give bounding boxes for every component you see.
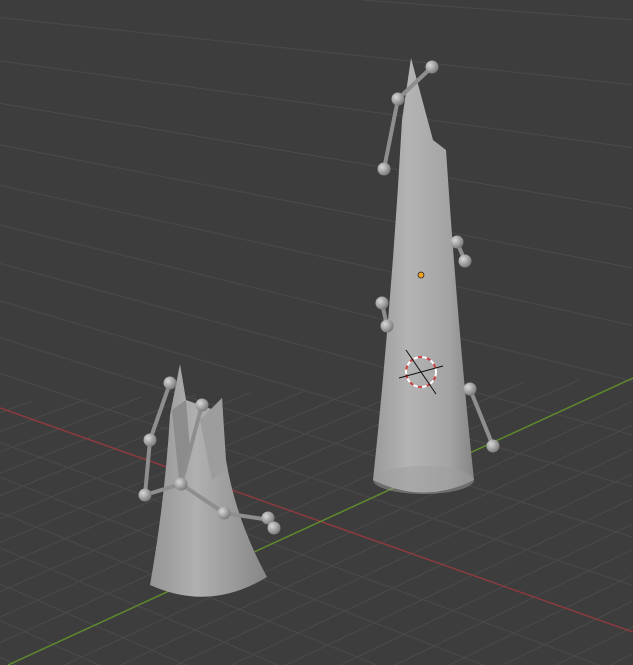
bone-joint[interactable] — [391, 92, 405, 106]
grid-line — [340, 523, 633, 665]
grid-line — [0, 300, 633, 488]
grid-line — [502, 600, 633, 665]
bone-joint[interactable] — [267, 521, 281, 535]
viewport-canvas[interactable] — [0, 0, 633, 665]
bone-joint[interactable] — [463, 382, 477, 396]
grid-line — [0, 263, 633, 436]
grid-line — [0, 441, 600, 665]
bone-joint[interactable] — [195, 398, 209, 412]
bone-joint[interactable] — [143, 433, 157, 447]
grid-line — [0, 619, 100, 665]
bone-joint[interactable] — [377, 162, 391, 176]
bone-joint[interactable] — [425, 60, 439, 74]
grid-line — [285, 498, 633, 665]
grid-line — [0, 337, 633, 538]
floor-grid — [0, 0, 633, 665]
bone-joint[interactable] — [163, 376, 177, 390]
grid-line — [0, 398, 88, 433]
bone-joint[interactable] — [450, 235, 464, 249]
bone[interactable] — [143, 439, 152, 496]
grid-line — [394, 548, 633, 665]
grid-line — [0, 60, 633, 149]
y-axis-line — [7, 377, 633, 665]
bone-joint[interactable] — [174, 477, 188, 491]
bone-joint[interactable] — [217, 506, 231, 520]
grid-line — [361, 0, 633, 21]
grid-line — [609, 653, 633, 665]
grid-line — [0, 17, 633, 86]
bone-joint[interactable] — [138, 488, 152, 502]
grid-line — [0, 224, 633, 382]
grid-line — [0, 400, 33, 414]
grid-line — [231, 473, 633, 665]
bone[interactable] — [382, 98, 400, 170]
grid-line — [0, 656, 18, 665]
bone[interactable] — [148, 382, 172, 441]
small-cone-object[interactable] — [150, 364, 267, 597]
bone-joint[interactable] — [380, 319, 394, 333]
bone-joint[interactable] — [458, 254, 472, 268]
object-origin-dot — [417, 271, 425, 279]
3d-viewport[interactable] — [0, 0, 633, 665]
bone-joint[interactable] — [375, 296, 389, 310]
grid-line — [0, 102, 633, 210]
bone-joint[interactable] — [486, 439, 500, 453]
